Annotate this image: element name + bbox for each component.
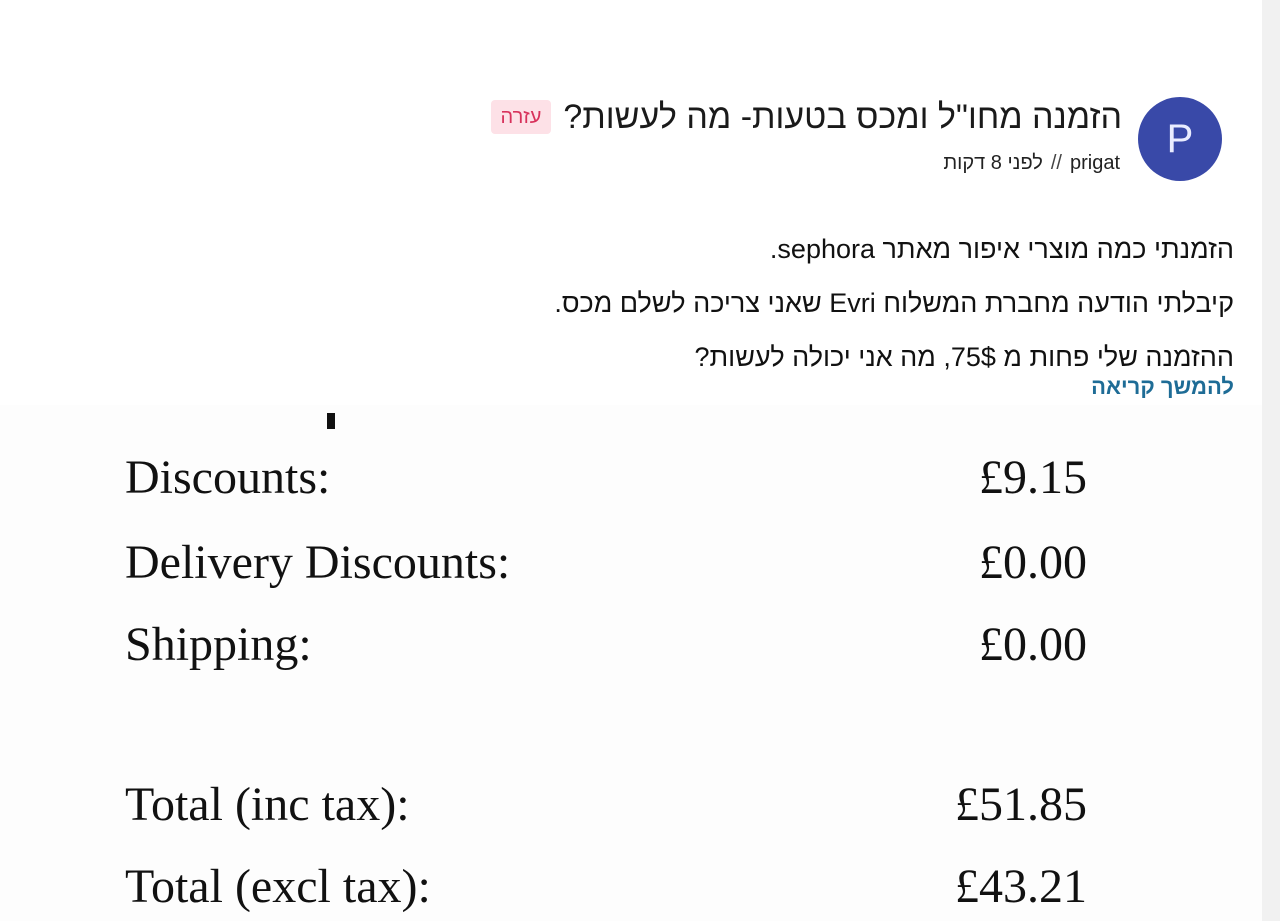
category-badge[interactable]: עזרה [490,100,552,134]
body-line: קיבלתי הודעה מחברת המשלוח Evri שאני צריכ… [554,288,1234,318]
avatar[interactable]: P [1138,97,1222,181]
forum-post: P עזרה הזמנה מחו"ל ומכס בטעות- מה לעשות?… [0,0,1262,921]
scrollbar-track[interactable] [1262,0,1280,921]
body-line: ההזמנה שלי פחות מ 75$, מה אני יכולה לעשו… [694,342,1234,372]
body-line: הזמנתי כמה מוצרי איפור מאתר sephora. [769,234,1234,264]
read-more-link[interactable]: להמשך קריאה [1091,374,1234,400]
receipt-row-total-inc-tax: Total (inc tax): £51.85 [125,775,1087,835]
post-body: הזמנתי כמה מוצרי איפור מאתר sephora. קיב… [134,222,1234,384]
receipt-label: Total (inc tax): [125,778,410,831]
post-title[interactable]: הזמנה מחו"ל ומכס בטעות- מה לעשות? [563,95,1122,139]
author-name[interactable]: prigat [1070,152,1120,175]
receipt-amount: £9.15 [979,451,1087,504]
receipt-cropped-glyph [327,413,335,429]
receipt-image[interactable]: Discounts: £9.15 Delivery Discounts: £0.… [0,405,1262,921]
receipt-label: Discounts: [125,451,331,504]
post-meta: prigat // לפני 8 דקות [943,152,1120,175]
receipt-label: Delivery Discounts: [125,536,511,589]
receipt-label: Shipping: [125,618,312,671]
receipt-amount: £0.00 [979,618,1087,671]
meta-separator: // [1050,152,1062,174]
receipt-row-shipping: Shipping: £0.00 [125,615,1087,675]
receipt-label: Total (excl tax): [125,860,431,913]
receipt-row-total-excl-tax: Total (excl tax): £43.21 [125,857,1087,917]
receipt-row-discounts: Discounts: £9.15 [125,448,1087,508]
receipt-amount: £0.00 [979,536,1087,589]
post-header: עזרה הזמנה מחו"ל ומכס בטעות- מה לעשות? [490,92,1122,142]
receipt-amount: £51.85 [955,778,1087,831]
receipt-row-delivery-discounts: Delivery Discounts: £0.00 [125,533,1087,593]
post-time: לפני 8 דקות [943,152,1043,174]
receipt-amount: £43.21 [955,860,1087,913]
